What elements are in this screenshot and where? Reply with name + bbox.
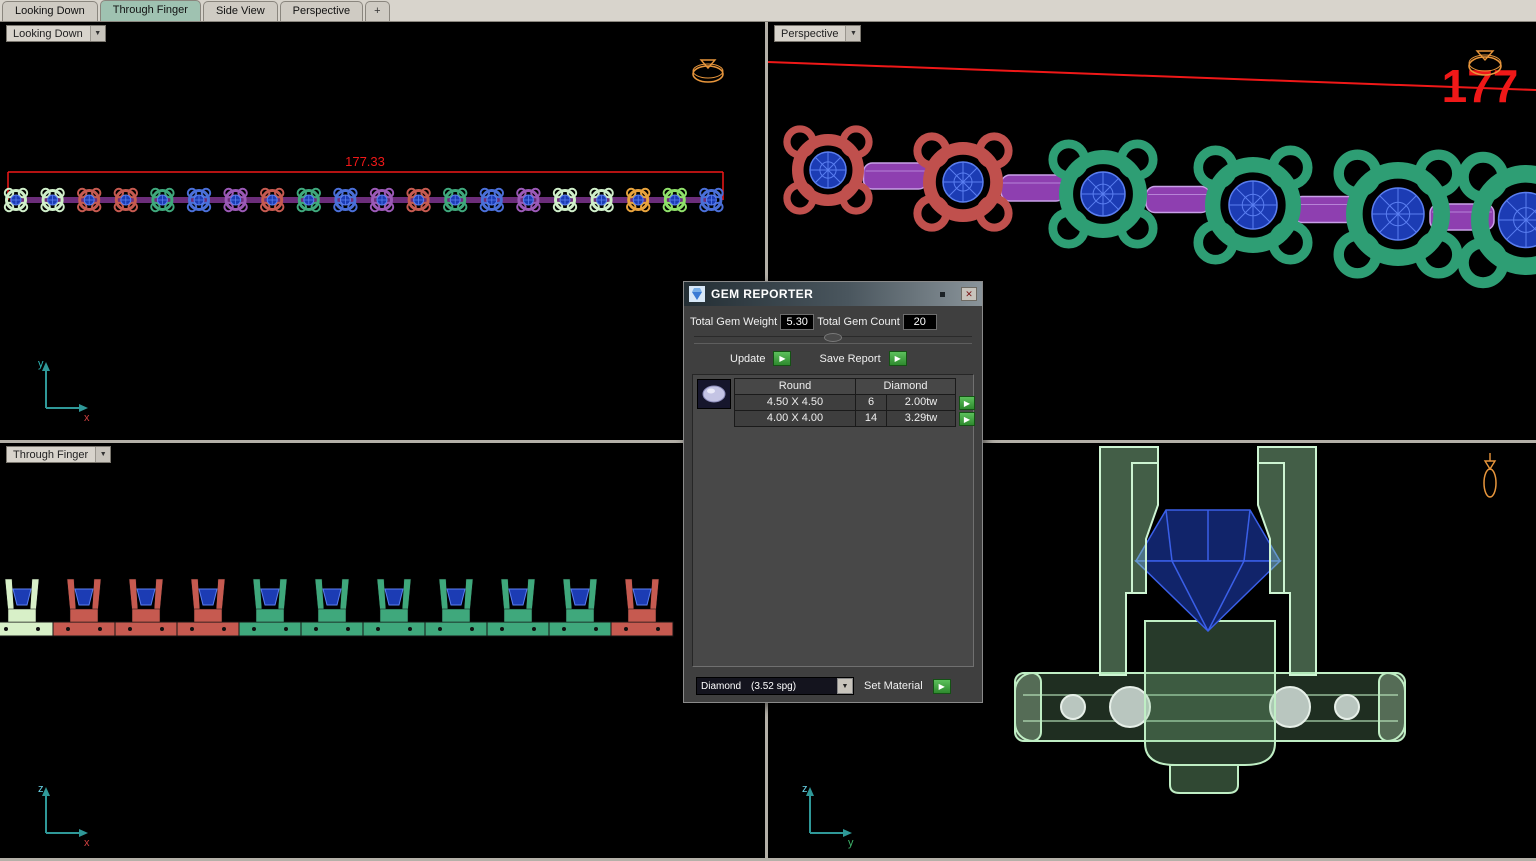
viewport-label-through-finger[interactable]: Through Finger ▼ [6,446,112,463]
dialog-titlebar[interactable]: GEM REPORTER ✕ [684,282,982,306]
viewport-label-looking-down[interactable]: Looking Down ▼ [6,25,106,42]
axis-indicator: z y [802,783,854,849]
viewport-canvas-through-finger[interactable]: z x [0,443,765,858]
dropdown-arrow-icon[interactable]: ▼ [837,678,853,694]
axis-label-horizontal: x [84,412,90,424]
column-header-diamond[interactable]: Diamond [855,378,956,395]
viewport-label-text: Looking Down [13,27,83,40]
gem-table-header: Round Diamond [734,378,975,395]
gem-table-row[interactable]: 4.00 X 4.00 14 3.29tw ▶ [734,410,975,427]
tab-looking-down[interactable]: Looking Down [2,1,98,21]
view-gizmo-ring-icon[interactable] [692,59,724,83]
material-row: Diamond (3.52 spg) ▼ Set Material ▶ [684,670,982,702]
tab-side-view[interactable]: Side View [202,1,278,21]
dimension-text: 177 [1442,60,1519,112]
viewport-label-perspective[interactable]: Perspective ▼ [774,25,862,42]
view-gizmo-ring-icon[interactable] [1483,453,1497,498]
tab-perspective[interactable]: Perspective [279,1,364,21]
material-spg: (3.52 spg) [751,680,797,692]
row-action-button[interactable]: ▶ [959,411,975,426]
collapse-handle-icon[interactable] [824,333,842,342]
gem-table-panel: Round Diamond 4.50 X 4.50 6 2.00tw ▶ 4.0… [692,374,975,667]
column-header-round[interactable]: Round [734,378,856,395]
gem-table-row[interactable]: 4.50 X 4.50 6 2.00tw ▶ [734,394,975,411]
chevron-down-icon[interactable]: ▼ [845,26,861,41]
cell-size: 4.50 X 4.50 [734,394,856,411]
viewport-looking-down: 177.33 y x Looking Down ▼ [0,22,765,440]
totals-row: Total Gem Weight 5.30 Total Gem Count 20 [684,306,982,334]
center-gem [1134,509,1282,633]
row-action-button[interactable]: ▶ [959,395,975,410]
dimension-line [768,61,1536,91]
total-gem-count-value[interactable]: 20 [902,314,937,330]
setting-basket [1144,620,1276,794]
set-material-button[interactable]: ▶ [932,678,951,694]
viewport-canvas-looking-down[interactable]: 177.33 y x [0,22,765,440]
close-icon[interactable]: ✕ [961,287,977,301]
tab-add-viewport[interactable]: + [365,1,390,21]
gem-thumbnail[interactable] [697,379,731,409]
viewport-through-finger: z x Through Finger ▼ [0,443,765,858]
gem-table: Round Diamond 4.50 X 4.50 6 2.00tw ▶ 4.0… [734,378,975,427]
dialog-title: GEM REPORTER [711,287,814,301]
axis-label-vertical: z [38,783,44,795]
collapse-divider[interactable] [694,333,972,344]
axis-label-horizontal: y [848,837,854,849]
update-label: Update [730,352,766,365]
save-report-label: Save Report [819,352,881,365]
save-report-button[interactable]: ▶ [888,351,907,366]
total-gem-weight-label: Total Gem Weight [690,316,778,328]
total-gem-weight-value[interactable]: 5.30 [780,314,815,330]
axis-indicator: z x [38,783,90,849]
chevron-down-icon[interactable]: ▼ [95,447,111,462]
gem-chain-top-view [3,187,724,213]
tab-through-finger[interactable]: Through Finger [99,0,201,21]
viewport-label-text: Through Finger [13,448,89,461]
actions-row: Update ▶ Save Report ▶ [684,346,982,371]
gem-chain-side-view [0,578,674,637]
viewport-label-text: Perspective [781,27,839,40]
set-material-label: Set Material [864,680,923,692]
rollup-button[interactable] [940,291,945,297]
cell-total-weight: 2.00tw [886,394,956,411]
axis-label-vertical: z [802,783,808,795]
material-name: Diamond [701,680,742,692]
gem-reporter-icon [689,286,705,302]
total-gem-count-label: Total Gem Count [817,316,900,328]
viewport-tabbar: Looking Down Through Finger Side View Pe… [0,0,1536,22]
cell-count: 14 [855,410,887,427]
dimension-text: 177.33 [345,154,385,169]
gem-chain-perspective [783,125,1536,289]
axis-indicator: y x [38,358,90,424]
update-button[interactable]: ▶ [773,351,792,366]
gem-reporter-dialog: GEM REPORTER ✕ Total Gem Weight 5.30 Tot… [683,281,983,703]
cell-total-weight: 3.29tw [886,410,956,427]
chevron-down-icon[interactable]: ▼ [89,26,105,41]
material-dropdown[interactable]: Diamond (3.52 spg) ▼ [696,677,854,695]
axis-label-vertical: y [38,358,44,370]
cell-size: 4.00 X 4.00 [734,410,856,427]
cell-count: 6 [855,394,887,411]
axis-label-horizontal: x [84,837,90,849]
